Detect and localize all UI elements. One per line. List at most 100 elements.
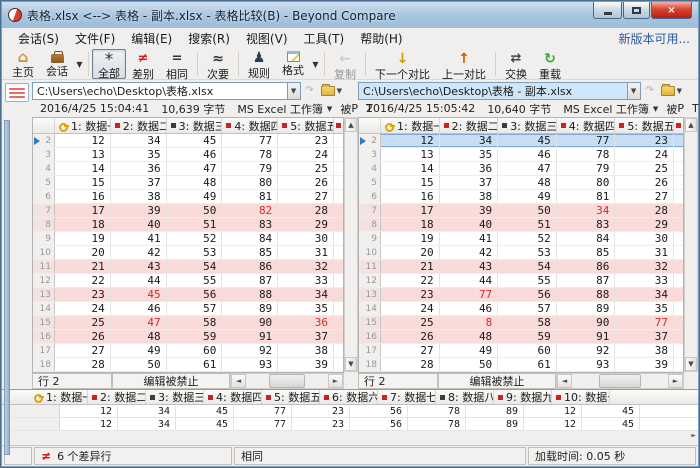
scrollbar-thumb[interactable] <box>599 374 641 388</box>
diff-map-strip[interactable] <box>4 120 10 455</box>
scroll-right-icon[interactable]: ► <box>668 374 683 388</box>
detail-column-header-1[interactable]: 1: 数据一 <box>30 390 88 404</box>
scroll-up-icon[interactable]: ▲ <box>685 118 697 132</box>
grid-cell[interactable]: 31 <box>278 246 334 259</box>
same-button[interactable]: =相同 <box>160 49 194 79</box>
grid-cell[interactable]: 24 <box>381 302 440 315</box>
title-bar[interactable]: 表格.xlsx <--> 表格 - 副本.xlsx - 表格比较(B) - Be… <box>2 2 698 28</box>
table-row[interactable]: 21234457723 <box>359 134 683 148</box>
scroll-left-icon[interactable]: ◄ <box>557 374 572 388</box>
grid-cell[interactable]: 46 <box>498 148 557 161</box>
column-header-3[interactable]: 3: 数据三 <box>167 118 223 133</box>
grid-cell[interactable]: 26 <box>55 330 111 343</box>
grid-cell[interactable]: 39 <box>440 204 499 217</box>
grid-cell[interactable]: 77 <box>557 134 616 147</box>
grid-cell[interactable]: 32 <box>615 260 674 273</box>
grid-cell[interactable]: 41 <box>111 232 167 245</box>
grid-cell[interactable]: 38 <box>615 344 674 357</box>
grid-cell[interactable]: 92 <box>222 344 278 357</box>
grid-cell[interactable]: 21 <box>55 260 111 273</box>
table-row[interactable]: 162648599137 <box>359 330 683 344</box>
grid-cell[interactable]: 86 <box>222 260 278 273</box>
menu-help[interactable]: 帮助(H) <box>352 28 410 49</box>
table-row[interactable]: 91941528430 <box>33 232 343 246</box>
table-row[interactable]: 172749609238 <box>359 344 683 358</box>
grid-cell[interactable]: 50 <box>111 358 167 371</box>
minor-button[interactable]: ≈次要 <box>201 49 235 79</box>
table-row[interactable]: 112143548632 <box>359 260 683 274</box>
grid-cell[interactable]: 25 <box>615 162 674 175</box>
grid-cell[interactable]: 80 <box>222 176 278 189</box>
session-button[interactable]: 会话 <box>40 49 74 79</box>
grid-cell[interactable]: 77 <box>222 134 278 147</box>
grid-cell[interactable]: 35 <box>440 148 499 161</box>
table-row[interactable]: 61638498127 <box>33 190 343 204</box>
grid-cell[interactable]: 35 <box>615 302 674 315</box>
format-dropdown[interactable]: ▼ <box>310 49 321 79</box>
table-row[interactable]: 122244558733 <box>359 274 683 288</box>
grid-cell[interactable]: 90 <box>557 316 616 329</box>
grid-cell[interactable]: 26 <box>278 176 334 189</box>
scroll-right-icon[interactable]: ► <box>328 374 343 388</box>
grid-cell[interactable]: 78 <box>222 148 278 161</box>
grid-cell[interactable]: 51 <box>498 218 557 231</box>
grid-cell[interactable]: 17 <box>381 204 440 217</box>
detail-column-header-7[interactable]: 7: 数据七 <box>378 390 436 404</box>
grid-cell[interactable]: 87 <box>222 274 278 287</box>
grid-cell[interactable]: 91 <box>222 330 278 343</box>
table-row[interactable]: 81840518329 <box>33 218 343 232</box>
grid-cell[interactable]: 13 <box>55 148 111 161</box>
grid-cell[interactable]: 28 <box>278 204 334 217</box>
grid-cell[interactable]: 22 <box>381 274 440 287</box>
grid-cell[interactable]: 81 <box>222 190 278 203</box>
grid-cell[interactable]: 25 <box>278 162 334 175</box>
grid-cell[interactable]: 37 <box>615 330 674 343</box>
grid-cell[interactable]: 80 <box>557 176 616 189</box>
column-header-2[interactable]: 2: 数据二 <box>111 118 167 133</box>
table-row[interactable]: 31335467824 <box>359 148 683 162</box>
grid-cell[interactable]: 19 <box>381 232 440 245</box>
grid-cell[interactable]: 60 <box>498 344 557 357</box>
grid-cell[interactable]: 47 <box>498 162 557 175</box>
grid-cell[interactable]: 26 <box>381 330 440 343</box>
table-row[interactable]: 162648599137 <box>33 330 343 344</box>
table-row[interactable]: 51537488026 <box>33 176 343 190</box>
grid-cell[interactable]: 25 <box>55 316 111 329</box>
scroll-down-icon[interactable]: ▼ <box>345 357 357 371</box>
grid-cell[interactable]: 89 <box>222 302 278 315</box>
scrollbar-thumb[interactable] <box>269 374 305 388</box>
detail-column-header-4[interactable]: 4: 数据四 <box>204 390 262 404</box>
grid-cell[interactable]: 46 <box>167 148 223 161</box>
minimize-button[interactable] <box>593 2 622 19</box>
grid-cell[interactable]: 48 <box>167 176 223 189</box>
detail-column-header-2[interactable]: 2: 数据二 <box>88 390 146 404</box>
grid-cell[interactable]: 56 <box>167 288 223 301</box>
close-button[interactable]: × <box>651 2 692 19</box>
grid-cell[interactable]: 57 <box>167 302 223 315</box>
grid-cell[interactable]: 61 <box>167 358 223 371</box>
table-row[interactable]: 182850619339 <box>33 358 343 372</box>
grid-cell[interactable]: 40 <box>111 218 167 231</box>
grid-cell[interactable]: 39 <box>615 358 674 371</box>
grid-cell[interactable]: 48 <box>111 330 167 343</box>
grid-cell[interactable]: 39 <box>278 358 334 371</box>
prev-button[interactable]: ↑上一对比 <box>436 49 492 79</box>
next-button[interactable]: ↓下一个对比 <box>369 49 436 79</box>
column-header-1[interactable]: 1: 数据一 <box>55 118 111 133</box>
grid-cell[interactable]: 50 <box>167 204 223 217</box>
column-header-4[interactable]: 4: 数据四 <box>222 118 278 133</box>
grid-cell[interactable]: 58 <box>498 316 557 329</box>
grid-cell[interactable]: 43 <box>440 260 499 273</box>
format-button[interactable]: 格式 <box>276 49 310 79</box>
table-row[interactable]: 102042538531 <box>359 246 683 260</box>
grid-cell[interactable]: 15 <box>381 176 440 189</box>
grid-cell[interactable]: 54 <box>498 260 557 273</box>
menu-tools[interactable]: 工具(T) <box>296 28 353 49</box>
grid-cell[interactable]: 16 <box>55 190 111 203</box>
grid-cell[interactable]: 15 <box>55 176 111 189</box>
scroll-left-icon[interactable]: ◄ <box>231 374 246 388</box>
grid-cell[interactable]: 28 <box>615 204 674 217</box>
grid-cell[interactable]: 85 <box>222 246 278 259</box>
grid-cell[interactable]: 28 <box>55 358 111 371</box>
right-sync-icon[interactable]: ↷ <box>643 83 657 99</box>
